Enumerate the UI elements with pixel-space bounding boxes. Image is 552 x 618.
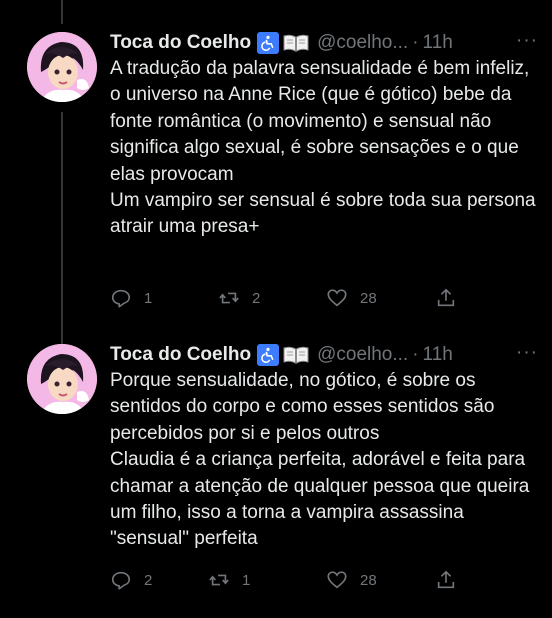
retweet-button[interactable]: 2 [218,287,260,309]
retweet-icon [219,292,239,304]
separator-dot: · [412,32,419,53]
tweet-header: Toca do Coelho @coelho... · 11h ··· [110,30,538,56]
more-options-button[interactable]: ··· [516,342,538,364]
reply-button[interactable]: 1 [110,287,152,309]
tweet-actions: 2 1 28 [110,569,470,593]
book-icon [283,32,309,54]
retweet-count: 2 [252,289,261,307]
reply-icon [111,571,131,590]
like-button[interactable]: 28 [326,569,377,591]
like-count: 28 [360,571,377,589]
share-button[interactable] [435,287,457,309]
reply-count: 1 [144,289,153,307]
tweet-header: Toca do Coelho @coelho... · 11h ··· [110,342,538,368]
user-handle[interactable]: @coelho... [317,32,408,54]
book-icon [283,344,309,366]
reply-icon [111,289,131,308]
timestamp[interactable]: 11h [423,32,453,54]
share-icon [437,288,455,307]
display-name[interactable]: Toca do Coelho [110,32,251,54]
avatar[interactable] [27,32,97,102]
retweet-button[interactable]: 1 [208,569,250,591]
like-button[interactable]: 28 [326,287,377,309]
wheelchair-icon [257,344,280,366]
tweet-2[interactable]: Toca do Coelho @coelho... · 11h ··· Porq… [0,342,552,618]
like-count: 28 [360,289,377,307]
tweet-text: A tradução da palavra sensualidade é bem… [110,58,536,238]
tweet-text: Porque sensualidade, no gótico, é sobre … [110,370,530,550]
timestamp[interactable]: 11h [423,344,453,366]
user-handle[interactable]: @coelho... [317,344,408,366]
heart-icon [327,571,347,589]
reply-count: 2 [144,571,153,589]
tweet-actions: 1 2 28 [110,287,470,311]
reply-button[interactable]: 2 [110,569,152,591]
avatar[interactable] [27,344,97,414]
share-icon [437,570,455,589]
retweet-count: 1 [242,571,251,589]
display-name[interactable]: Toca do Coelho [110,344,251,366]
wheelchair-icon [257,32,280,54]
thread-line-top [61,0,63,24]
retweet-icon [209,574,229,586]
share-button[interactable] [435,569,457,591]
more-options-button[interactable]: ··· [516,30,538,52]
tweet-1[interactable]: Toca do Coelho @coelho... · 11h ··· A tr… [0,30,552,320]
heart-icon [327,289,347,307]
separator-dot: · [412,344,419,365]
